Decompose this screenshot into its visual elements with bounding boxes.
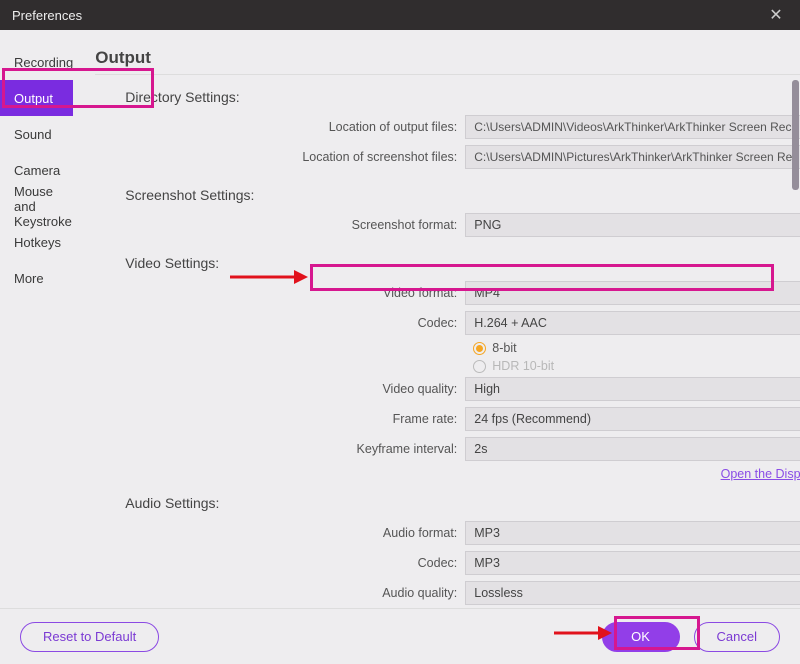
video-quality-value: High (474, 382, 500, 396)
audio-format-label: Audio format: (95, 526, 465, 540)
scrollbar-thumb[interactable] (792, 80, 799, 190)
sidebar-item-mouse-keystroke[interactable]: Mouse and Keystroke (0, 188, 73, 224)
keyframe-interval-label: Keyframe interval: (95, 442, 465, 456)
sidebar-item-more[interactable]: More (0, 260, 73, 296)
video-quality-select[interactable]: High (465, 377, 800, 401)
screenshot-format-select[interactable]: PNG (465, 213, 800, 237)
section-directory: Directory Settings: (125, 89, 800, 105)
hdr-label: HDR 10-bit (492, 359, 554, 373)
footer: Reset to Default OK Cancel (0, 608, 800, 664)
audio-codec-value: MP3 (474, 556, 500, 570)
keyframe-interval-value: 2s (474, 442, 487, 456)
page-title: Output (95, 48, 800, 75)
frame-rate-value: 24 fps (Recommend) (474, 412, 591, 426)
scrollbar-track[interactable] (790, 30, 800, 608)
sidebar-item-recording[interactable]: Recording (0, 44, 73, 80)
bit-depth-hdr-radio[interactable]: HDR 10-bit (95, 359, 800, 373)
frame-rate-label: Frame rate: (95, 412, 465, 426)
bit-depth-8bit-radio[interactable]: 8-bit (95, 341, 800, 355)
video-format-select[interactable]: MP4 (465, 281, 800, 305)
screenshot-location-label: Location of screenshot files: (95, 150, 465, 164)
keyframe-interval-select[interactable]: 2s (465, 437, 800, 461)
audio-codec-label: Codec: (95, 556, 465, 570)
section-screenshot: Screenshot Settings: (125, 187, 800, 203)
audio-quality-label: Audio quality: (95, 586, 465, 600)
section-video: Video Settings: (125, 255, 800, 271)
video-format-value: MP4 (474, 286, 500, 300)
screenshot-format-value: PNG (474, 218, 501, 232)
radio-unchecked-icon (473, 360, 486, 373)
cancel-button[interactable]: Cancel (694, 622, 780, 652)
sidebar-item-hotkeys[interactable]: Hotkeys (0, 224, 73, 260)
sidebar-item-sound[interactable]: Sound (0, 116, 73, 152)
ok-button[interactable]: OK (602, 622, 680, 652)
video-format-label: Video format: (95, 286, 465, 300)
video-codec-label: Codec: (95, 316, 465, 330)
section-audio: Audio Settings: (125, 495, 800, 511)
sidebar-item-output[interactable]: Output (0, 80, 73, 116)
frame-rate-select[interactable]: 24 fps (Recommend) (465, 407, 800, 431)
close-button[interactable]: ✕ (764, 5, 788, 25)
output-location-label: Location of output files: (95, 120, 465, 134)
screenshot-format-label: Screenshot format: (95, 218, 465, 232)
audio-quality-select[interactable]: Lossless (465, 581, 800, 605)
video-codec-select[interactable]: H.264 + AAC (465, 311, 800, 335)
audio-quality-value: Lossless (474, 586, 523, 600)
main-panel: Output Directory Settings: Location of o… (73, 30, 800, 608)
audio-format-value: MP3 (474, 526, 500, 540)
open-display-dialog-link[interactable]: Open the Display dialog (95, 467, 800, 481)
titlebar: Preferences ✕ (0, 0, 800, 30)
radio-checked-icon (473, 342, 486, 355)
sidebar: Recording Output Sound Camera Mouse and … (0, 30, 73, 608)
bit8-label: 8-bit (492, 341, 516, 355)
audio-codec-select[interactable]: MP3 (465, 551, 800, 575)
audio-format-select[interactable]: MP3 (465, 521, 800, 545)
window-title: Preferences (12, 8, 82, 23)
output-location-field[interactable]: C:\Users\ADMIN\Videos\ArkThinker\ArkThin… (465, 115, 800, 139)
reset-to-default-button[interactable]: Reset to Default (20, 622, 159, 652)
video-codec-value: H.264 + AAC (474, 316, 547, 330)
screenshot-location-field[interactable]: C:\Users\ADMIN\Pictures\ArkThinker\ArkTh… (465, 145, 800, 169)
video-quality-label: Video quality: (95, 382, 465, 396)
